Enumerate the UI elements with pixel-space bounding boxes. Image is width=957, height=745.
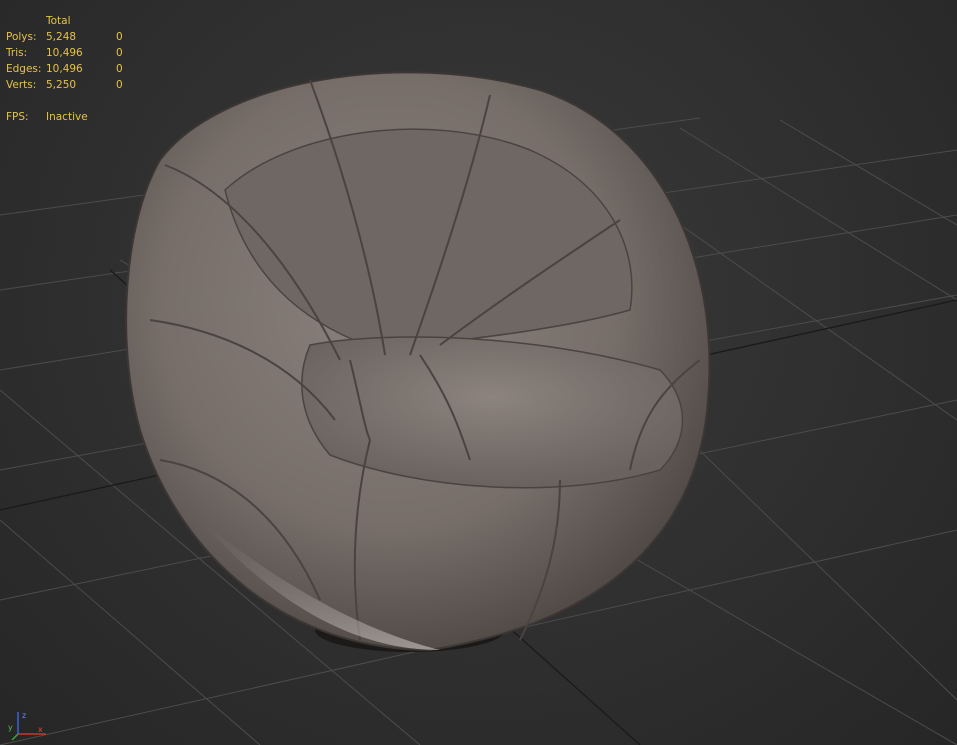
stats-label: Polys: — [6, 31, 37, 43]
axis-z-label: z — [22, 711, 26, 720]
3d-viewport[interactable]: Total Polys: 5,248 0 Tris: 10,496 0 Edge… — [0, 0, 957, 745]
stats-total: 10,496 — [46, 63, 83, 75]
axis-tripod-icon: z y x — [8, 711, 46, 741]
chair-model — [125, 71, 711, 652]
stats-row-fps: FPS: Inactive — [6, 109, 156, 125]
stats-header-total: Total — [46, 15, 71, 27]
stats-selected: 0 — [116, 79, 123, 91]
fps-label: FPS: — [6, 111, 29, 123]
stats-selected: 0 — [116, 31, 123, 43]
axis-x-label: x — [38, 725, 43, 734]
fps-value: Inactive — [46, 111, 88, 123]
stats-total: 5,250 — [46, 79, 77, 91]
axis-y-label: y — [8, 723, 13, 732]
stats-total: 5,248 — [46, 31, 77, 43]
stats-label: Tris: — [6, 47, 28, 59]
stats-row-polys: Polys: 5,248 0 — [6, 29, 156, 45]
stats-label: Verts: — [6, 79, 37, 91]
stats-selected: 0 — [116, 63, 123, 75]
stats-row-tris: Tris: 10,496 0 — [6, 45, 156, 61]
stats-selected: 0 — [116, 47, 123, 59]
stats-row-verts: Verts: 5,250 0 — [6, 77, 156, 93]
stats-header-row: Total — [6, 13, 156, 29]
stats-row-edges: Edges: 10,496 0 — [6, 61, 156, 77]
stats-label: Edges: — [6, 63, 42, 75]
viewport-statistics: Total Polys: 5,248 0 Tris: 10,496 0 Edge… — [6, 13, 156, 125]
stats-total: 10,496 — [46, 47, 83, 59]
